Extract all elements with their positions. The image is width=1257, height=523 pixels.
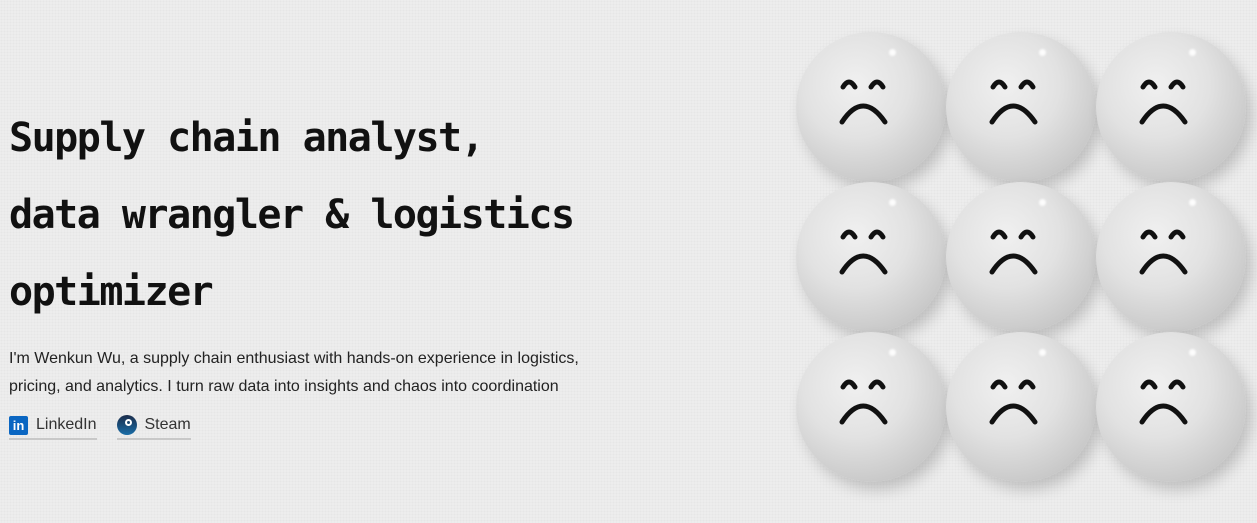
sad-face-icon xyxy=(1139,79,1188,125)
linkedin-link[interactable]: in LinkedIn xyxy=(9,415,97,440)
sad-face-ball xyxy=(796,332,946,482)
steam-icon xyxy=(116,415,137,435)
sad-face-icon xyxy=(1139,229,1188,275)
sad-face-icon xyxy=(839,229,888,275)
sad-face-ball xyxy=(1096,182,1246,332)
heading-line: optimizer xyxy=(9,269,214,315)
sad-face-grid xyxy=(796,32,1246,482)
sad-face-icon xyxy=(1139,379,1188,425)
sad-face-ball xyxy=(946,182,1096,332)
heading-line: data wrangler & logistics xyxy=(9,192,575,238)
sad-face-ball xyxy=(946,332,1096,482)
link-label: LinkedIn xyxy=(36,416,97,433)
social-links: in LinkedIn Steam xyxy=(9,415,629,440)
hero-description: I'm Wenkun Wu, a supply chain enthusiast… xyxy=(9,350,579,395)
link-label: Steam xyxy=(144,416,191,433)
hero-section: Supply chain analyst, data wrangler & lo… xyxy=(9,100,629,440)
heading-line: Supply chain analyst, xyxy=(9,115,485,161)
steam-link[interactable]: Steam xyxy=(116,415,191,440)
sad-face-ball xyxy=(1096,332,1246,482)
sad-face-ball xyxy=(796,32,946,182)
sad-face-ball xyxy=(796,182,946,332)
linkedin-icon: in xyxy=(9,415,28,435)
sad-face-icon xyxy=(839,79,888,125)
sad-face-ball xyxy=(946,32,1096,182)
sad-face-icon xyxy=(989,379,1038,425)
sad-face-icon xyxy=(989,79,1038,125)
hero-heading: Supply chain analyst, data wrangler & lo… xyxy=(9,100,629,331)
sad-face-icon xyxy=(989,229,1038,275)
sad-face-ball xyxy=(1096,32,1246,182)
sad-face-icon xyxy=(839,379,888,425)
